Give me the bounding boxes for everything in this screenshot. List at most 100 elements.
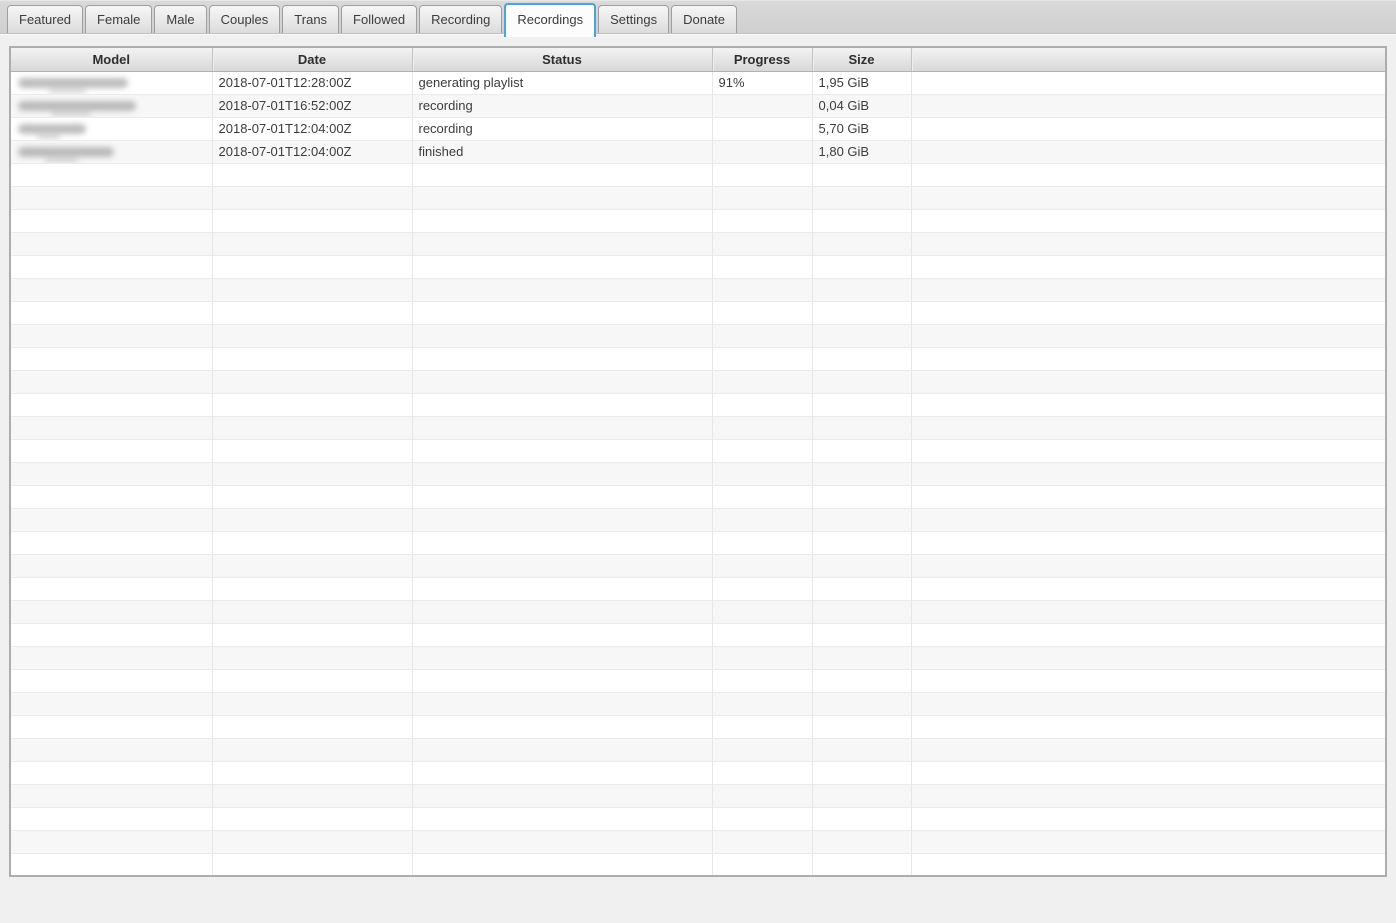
empty-cell [411, 255, 712, 279]
column-header-progress[interactable]: Progress [711, 47, 812, 72]
column-header-model[interactable]: Model [10, 47, 212, 72]
empty-row [10, 853, 1386, 877]
empty-cell [811, 485, 911, 509]
empty-cell [711, 462, 812, 486]
tab-donate[interactable]: Donate [671, 5, 738, 33]
empty-cell [711, 232, 812, 256]
tab-featured[interactable]: Featured [7, 5, 84, 33]
column-header-size[interactable]: Size [811, 47, 911, 72]
empty-cell [411, 738, 712, 762]
spacer-cell [910, 117, 1386, 141]
empty-cell [10, 416, 212, 440]
empty-cell [211, 209, 412, 233]
empty-cell [910, 623, 1386, 647]
recordings-table: Model Date Status Progress Size 2018-07-01T1… [9, 46, 1387, 877]
empty-cell [10, 347, 212, 371]
empty-row [10, 784, 1386, 808]
empty-cell [910, 830, 1386, 854]
empty-cell [711, 577, 812, 601]
empty-cell [811, 554, 911, 578]
empty-cell [211, 692, 412, 716]
empty-cell [411, 186, 712, 210]
empty-cell [411, 439, 712, 463]
tab-couples[interactable]: Couples [208, 5, 281, 33]
empty-cell [910, 508, 1386, 532]
empty-cell [910, 278, 1386, 302]
empty-cell [811, 255, 911, 279]
empty-row [10, 209, 1386, 233]
empty-row [10, 830, 1386, 854]
empty-cell [711, 485, 812, 509]
empty-cell [811, 301, 911, 325]
empty-cell [10, 692, 212, 716]
empty-cell [10, 830, 212, 854]
empty-cell [10, 600, 212, 624]
empty-cell [910, 669, 1386, 693]
empty-row [10, 531, 1386, 555]
empty-cell [411, 807, 712, 831]
table-row[interactable]: 2018-07-01T12:04:00Z finished 1,80 GiB [10, 140, 1386, 164]
date-cell: 2018-07-01T12:04:00Z [211, 140, 412, 164]
empty-cell [411, 278, 712, 302]
tab-male[interactable]: Male [154, 5, 207, 33]
empty-cell [411, 853, 712, 877]
column-header-date[interactable]: Date [211, 47, 412, 72]
empty-cell [910, 209, 1386, 233]
empty-cell [910, 761, 1386, 785]
empty-cell [211, 232, 412, 256]
empty-row [10, 439, 1386, 463]
tab-settings[interactable]: Settings [598, 5, 670, 33]
table-header-row: Model Date Status Progress Size [10, 47, 1386, 72]
empty-row [10, 508, 1386, 532]
table-row[interactable]: 2018-07-01T12:04:00Z recording 5,70 GiB [10, 117, 1386, 141]
tab-trans[interactable]: Trans [282, 5, 340, 33]
empty-row [10, 324, 1386, 348]
tab-recording[interactable]: Recording [419, 5, 503, 33]
table-row[interactable]: 2018-07-01T16:52:00Z recording 0,04 GiB [10, 94, 1386, 118]
empty-cell [211, 462, 412, 486]
tab-female[interactable]: Female [85, 5, 153, 33]
empty-row [10, 761, 1386, 785]
spacer-cell [910, 140, 1386, 164]
empty-cell [711, 416, 812, 440]
empty-cell [811, 347, 911, 371]
column-header-status[interactable]: Status [411, 47, 712, 72]
tab-recordings[interactable]: Recordings [504, 3, 597, 37]
empty-cell [711, 531, 812, 555]
date-cell: 2018-07-01T12:04:00Z [211, 117, 412, 141]
empty-cell [910, 232, 1386, 256]
empty-cell [811, 508, 911, 532]
empty-cell [10, 623, 212, 647]
empty-cell [711, 393, 812, 417]
empty-cell [10, 301, 212, 325]
empty-cell [711, 301, 812, 325]
empty-cell [811, 462, 911, 486]
empty-cell [10, 324, 212, 348]
date-cell: 2018-07-01T12:28:00Z [211, 71, 412, 95]
empty-cell [411, 784, 712, 808]
empty-row [10, 301, 1386, 325]
empty-row [10, 669, 1386, 693]
empty-cell [910, 439, 1386, 463]
spacer-cell [910, 71, 1386, 95]
empty-cell [910, 600, 1386, 624]
empty-cell [811, 209, 911, 233]
empty-cell [10, 255, 212, 279]
empty-row [10, 186, 1386, 210]
empty-cell [910, 531, 1386, 555]
progress-cell [711, 117, 812, 141]
redacted-model-name [18, 101, 136, 116]
empty-cell [411, 623, 712, 647]
empty-row [10, 600, 1386, 624]
empty-cell [711, 600, 812, 624]
empty-row [10, 393, 1386, 417]
empty-cell [411, 646, 712, 670]
table-row[interactable]: 2018-07-01T12:28:00Z generating playlist 9… [10, 71, 1386, 95]
empty-cell [411, 554, 712, 578]
empty-row [10, 255, 1386, 279]
model-cell [10, 71, 212, 95]
empty-cell [211, 508, 412, 532]
empty-cell [211, 738, 412, 762]
model-cell [10, 94, 212, 118]
tab-followed[interactable]: Followed [341, 5, 418, 33]
